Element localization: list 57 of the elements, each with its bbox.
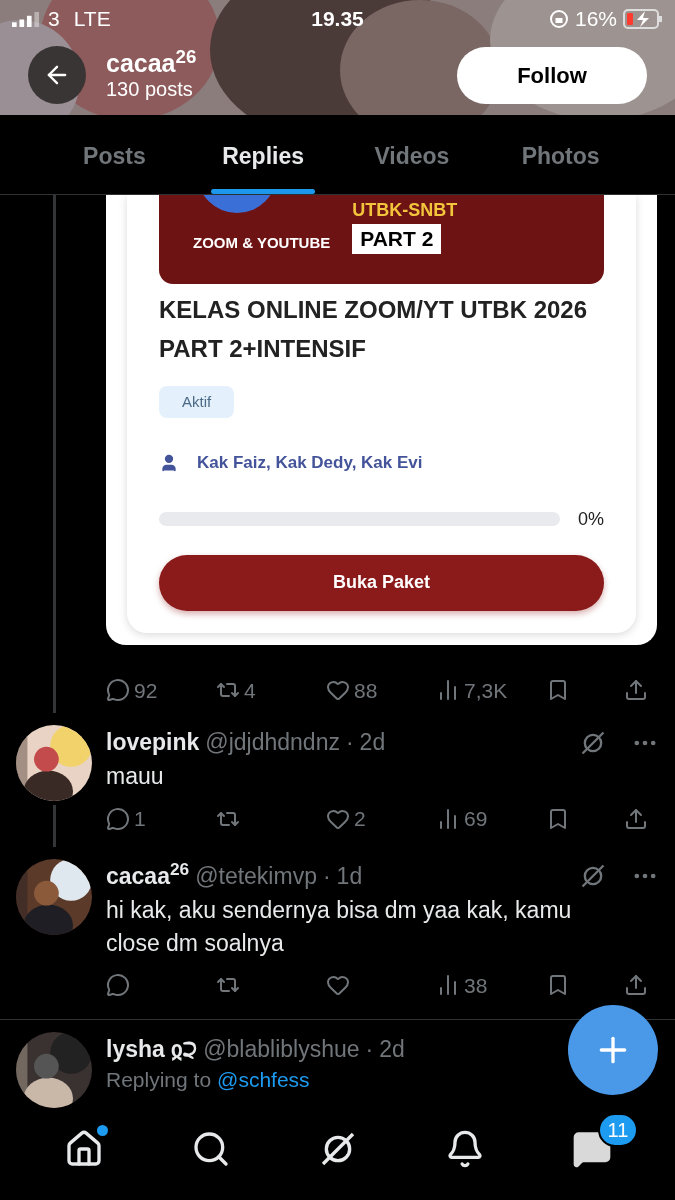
repost-count: 4 [244, 677, 256, 704]
banner-heading: UTBK-SNBT [352, 200, 458, 220]
view-count: 7,3K [464, 677, 508, 704]
separator-dot: · [365, 1035, 374, 1064]
carrier-name: 3 [48, 6, 60, 33]
profile-tab[interactable]: Replies [188, 115, 338, 194]
profile-name: cacaa$^{26}$ [106, 49, 198, 77]
author-handle: @tetekimvp [195, 862, 317, 891]
separator-dot: · [322, 862, 331, 891]
profile-tab[interactable]: Videos [337, 115, 487, 194]
battery-percent: 16% [574, 6, 617, 33]
separator-dot: · [345, 728, 354, 758]
author-name: lysha ჲ੨ [106, 1035, 198, 1064]
post-count: 130 posts [106, 77, 194, 101]
signal-icon [12, 11, 40, 27]
share-icon[interactable] [624, 678, 648, 703]
like-icon[interactable] [326, 678, 350, 703]
share-icon[interactable] [624, 806, 648, 831]
follow-button[interactable]: Follow [457, 46, 647, 104]
view-count: 38 [464, 972, 488, 999]
person-icon [159, 452, 179, 473]
rotation-lock-icon [548, 9, 569, 29]
banner-channels: ZOOM & YOUTUBE [193, 232, 331, 253]
open-package-button[interactable]: Buka Paket [159, 554, 604, 611]
reply-icon[interactable] [106, 973, 130, 998]
reply-text: mauu [106, 761, 165, 791]
author-name: cacaa$^{26}$ [106, 859, 190, 891]
reply-count: 1 [134, 805, 146, 832]
post-time: 2d [359, 728, 386, 758]
reply-icon[interactable] [106, 678, 130, 703]
teacher-names: Kak Faiz, Kak Dedy, Kak Evi [197, 452, 423, 474]
reply-icon[interactable] [106, 806, 130, 831]
author-handle: @jdjdhdndnz [205, 728, 340, 758]
banner-part-label: PART 2 [352, 224, 442, 254]
unread-badge: 11 [597, 1113, 639, 1147]
progress-percent: 0% [578, 507, 604, 531]
profile-tab[interactable]: Posts [40, 115, 189, 194]
like-icon[interactable] [326, 973, 350, 998]
status-badge: Aktif [159, 386, 235, 418]
share-icon[interactable] [624, 973, 648, 998]
profile-tab[interactable]: Photos [486, 115, 635, 194]
post-time: 2d [379, 1035, 405, 1064]
replying-label: Replying to [106, 1066, 212, 1093]
reply-count: 92 [134, 677, 158, 704]
like-count: 2 [354, 805, 366, 832]
course-title: KELAS ONLINE ZOOM/YT UTBK 2026 PART 2+INTENSIF [159, 295, 589, 364]
thread-line [52, 805, 56, 847]
view-count: 69 [464, 805, 488, 832]
author-name: lovepink [106, 728, 200, 758]
reply-text: hi kak, aku sendernya bisa dm yaa kak, kamu close dm soalnya [106, 895, 573, 958]
like-count: 88 [354, 677, 378, 704]
mention-link[interactable]: @schfess [217, 1066, 310, 1093]
post-time: 1d [336, 862, 363, 891]
clock-time: 19.35 [311, 6, 364, 33]
author-handle: @blabliblyshue [203, 1035, 360, 1064]
network-type: LTE [73, 6, 111, 33]
battery-charging-icon [623, 9, 663, 29]
